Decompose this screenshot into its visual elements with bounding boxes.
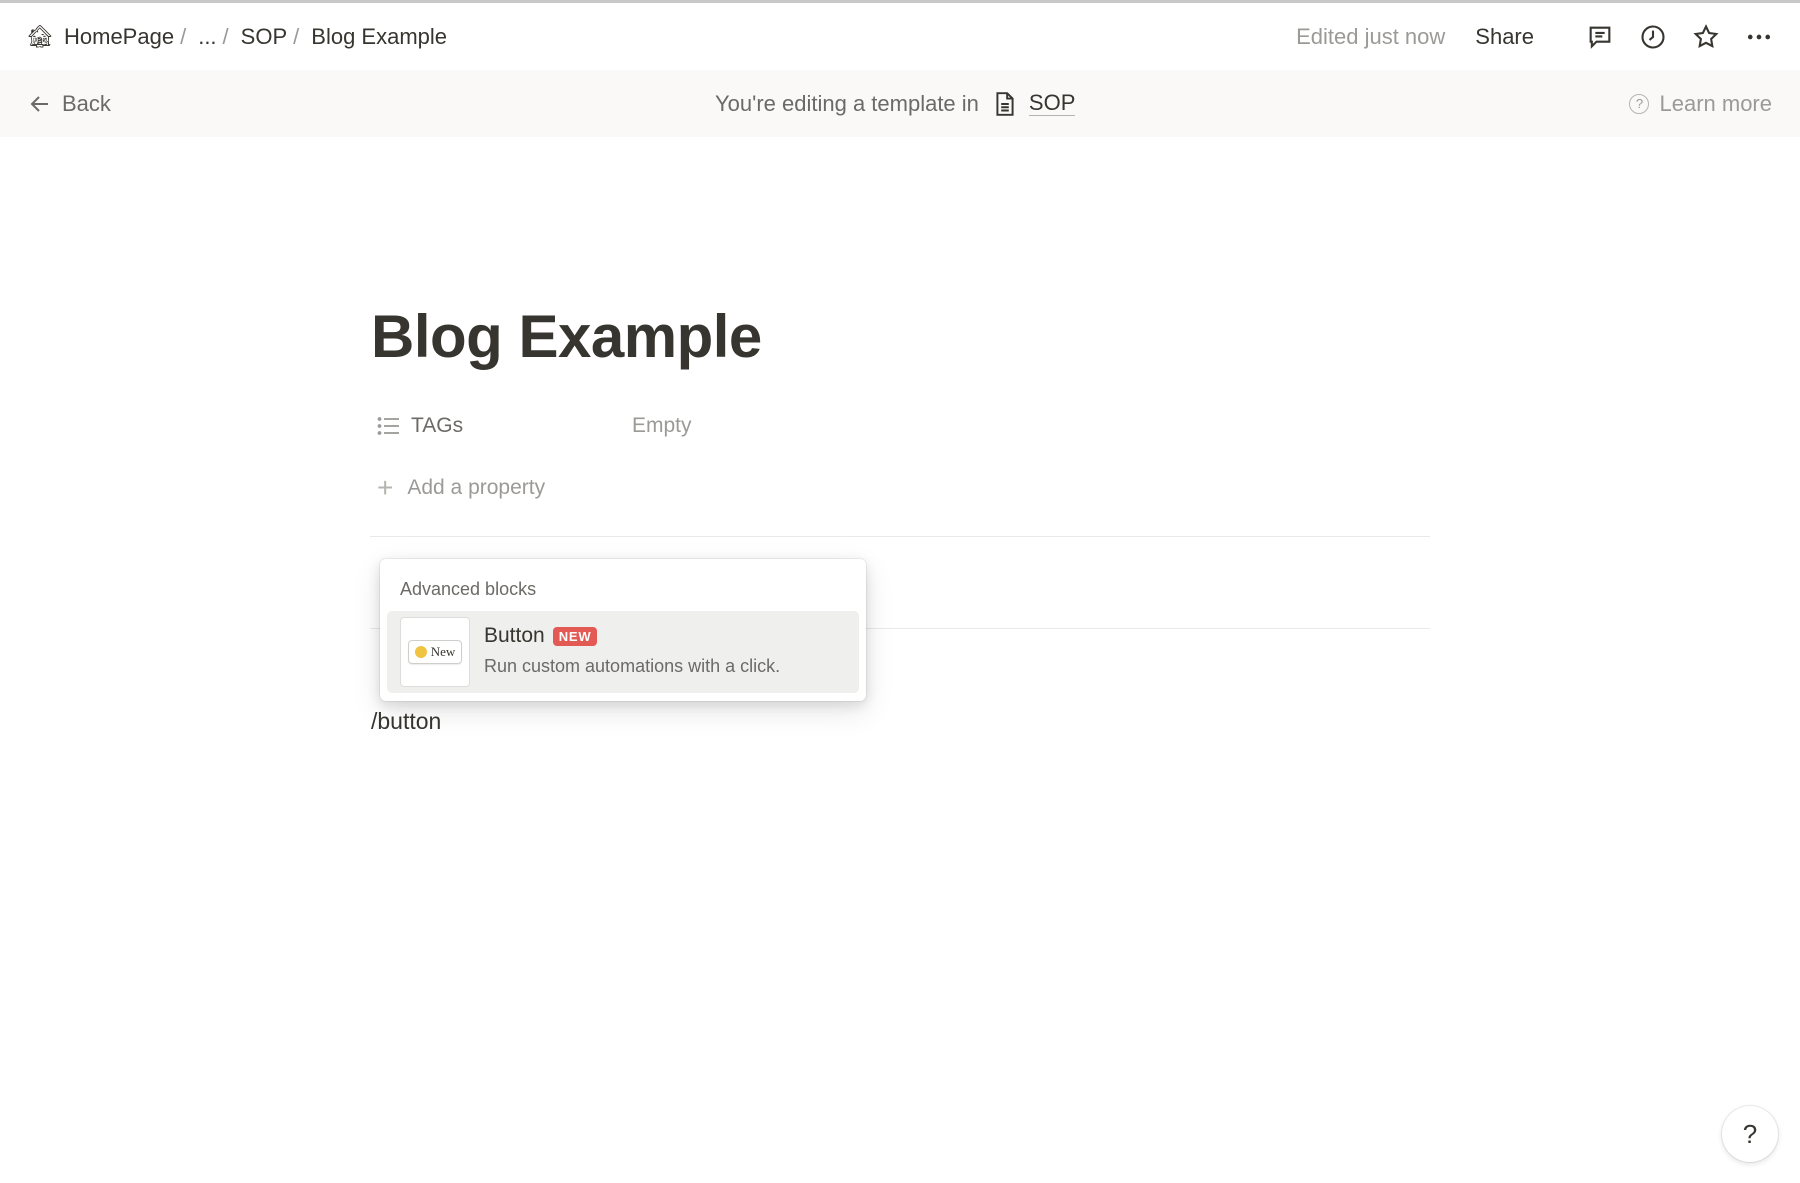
more-icon[interactable] bbox=[1742, 20, 1776, 54]
menu-section-label: Advanced blocks bbox=[400, 579, 537, 599]
app-window: 🏚 HomePage / ... / SOP / Blog Example Ed… bbox=[0, 0, 1800, 1183]
property-row-tags[interactable]: TAGs Empty bbox=[377, 414, 692, 438]
arrow-left-icon bbox=[30, 95, 48, 112]
help-button[interactable]: ? bbox=[1722, 1106, 1778, 1162]
new-badge: NEW bbox=[552, 626, 598, 646]
database-link-sop[interactable]: SOP bbox=[1028, 90, 1076, 117]
star-icon[interactable] bbox=[1689, 20, 1723, 54]
back-button[interactable]: Back bbox=[28, 91, 111, 117]
breadcrumb-separator: / bbox=[222, 23, 229, 49]
property-value[interactable]: Empty bbox=[632, 414, 692, 438]
menu-item-button[interactable]: New Button NEW Run custom automations wi… bbox=[387, 611, 859, 693]
plus-icon: + bbox=[377, 472, 394, 503]
breadcrumb-separator: / bbox=[293, 23, 300, 49]
document-icon bbox=[993, 91, 1017, 117]
banner-text: You're editing a template in bbox=[715, 90, 979, 116]
menu-item-title-row: Button NEW bbox=[484, 624, 598, 648]
comment-icon[interactable] bbox=[1583, 20, 1617, 54]
breadcrumb-homepage[interactable]: HomePage bbox=[62, 24, 176, 50]
top-bar: 🏚 HomePage / ... / SOP / Blog Example Ed… bbox=[0, 0, 1800, 70]
template-banner: Back You're editing a template in SOP ? … bbox=[0, 70, 1800, 137]
breadcrumb-separator: / bbox=[180, 23, 187, 49]
menu-item-title: Button bbox=[484, 624, 545, 647]
home-page-icon: 🏚 bbox=[26, 23, 54, 49]
property-name[interactable]: TAGs bbox=[411, 414, 632, 438]
list-icon bbox=[377, 417, 399, 435]
menu-item-description: Run custom automations with a click. bbox=[484, 656, 781, 676]
top-actions: Edited just now Share bbox=[1296, 20, 1776, 54]
breadcrumb-ellipsis[interactable]: ... bbox=[196, 24, 218, 50]
smiley-icon bbox=[414, 646, 427, 658]
learn-more-link[interactable]: ? Learn more bbox=[1629, 91, 1772, 117]
back-label: Back bbox=[62, 90, 111, 116]
learn-more-label: Learn more bbox=[1659, 90, 1772, 116]
thumbnail-button-preview: New bbox=[407, 640, 463, 664]
banner-message: You're editing a template in SOP bbox=[715, 90, 1076, 117]
clock-icon[interactable] bbox=[1636, 20, 1670, 54]
breadcrumb-blog-example[interactable]: Blog Example bbox=[309, 24, 449, 50]
page-title[interactable]: Blog Example bbox=[371, 302, 762, 371]
add-property-button[interactable]: + Add a property bbox=[377, 474, 545, 502]
slash-command-text[interactable]: /button bbox=[371, 708, 441, 735]
slash-command-menu: Advanced blocks New Button NEW Run custo… bbox=[380, 559, 866, 701]
button-block-thumbnail: New bbox=[400, 617, 470, 687]
divider bbox=[370, 536, 1430, 537]
breadcrumb: 🏚 HomePage / ... / SOP / Blog Example bbox=[26, 24, 449, 50]
edited-status: Edited just now bbox=[1296, 23, 1446, 49]
share-button[interactable]: Share bbox=[1475, 24, 1534, 50]
thumbnail-label: New bbox=[430, 644, 456, 659]
breadcrumb-sop[interactable]: SOP bbox=[239, 24, 289, 50]
add-property-label: Add a property bbox=[407, 476, 546, 499]
help-circle-icon: ? bbox=[1629, 93, 1650, 114]
